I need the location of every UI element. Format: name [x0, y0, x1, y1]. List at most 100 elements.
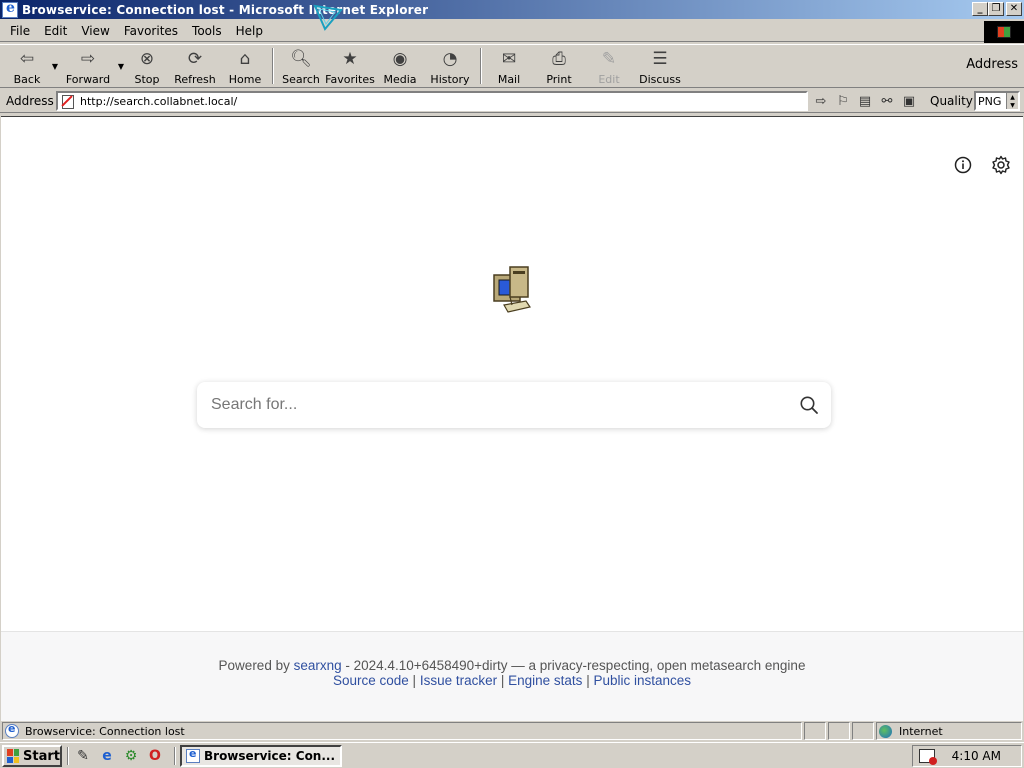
forward-dropdown[interactable]: ▼: [116, 45, 126, 87]
refresh-icon: ⟳: [187, 48, 203, 69]
footer-powered-line: Powered by searxng - 2024.4.10+6458490+d…: [1, 658, 1023, 673]
discuss-button[interactable]: ☰ Discuss: [632, 45, 688, 87]
title-bar: Browservice: Connection lost - Microsoft…: [0, 0, 1024, 19]
toolbar-address-label[interactable]: Address: [966, 57, 1018, 72]
source-code-link[interactable]: Source code: [333, 673, 409, 688]
status-panel: [828, 722, 850, 740]
print-button[interactable]: ⎙ Print: [532, 45, 586, 87]
taskbar-window-button[interactable]: Browservice: Con...: [180, 745, 342, 767]
opera-icon[interactable]: O: [146, 747, 164, 765]
bookmark-icon[interactable]: ⚐: [834, 92, 852, 110]
engine-stats-link[interactable]: Engine stats: [508, 673, 582, 688]
edit-icon: ✎: [601, 48, 617, 69]
version-text: - 2024.4.10+6458490+dirty — a privacy-re…: [345, 658, 806, 673]
address-tools: ⇨ ⚐ ▤ ⚯ ▣: [812, 92, 918, 110]
media-button[interactable]: ◉ Media: [376, 45, 424, 87]
address-bar: Address http://search.collabnet.local/ ⇨…: [0, 89, 1024, 113]
toolbar-separator: [272, 48, 274, 84]
menu-bar: File Edit View Favorites Tools Help: [0, 20, 1024, 42]
toolbar-separator: [480, 48, 482, 84]
stop-button[interactable]: ⊗ Stop: [126, 45, 168, 87]
top-right-icons: [953, 155, 1011, 175]
status-panel: [852, 722, 874, 740]
quick-launch: ✎ e ⚙ O: [74, 747, 164, 765]
favorites-button[interactable]: ★ Favorites: [324, 45, 376, 87]
menu-view[interactable]: View: [74, 24, 116, 38]
footer: Powered by searxng - 2024.4.10+6458490+d…: [1, 631, 1023, 721]
find-icon[interactable]: ⚯: [878, 92, 896, 110]
status-bar: Browservice: Connection lost Internet: [0, 721, 1024, 741]
search-button[interactable]: 🔍︎ Search: [278, 45, 324, 87]
issue-tracker-link[interactable]: Issue tracker: [420, 673, 497, 688]
globe-icon: [879, 724, 892, 738]
minimize-button[interactable]: _: [972, 2, 988, 16]
history-icon: ◔: [442, 48, 458, 69]
menu-favorites[interactable]: Favorites: [117, 24, 185, 38]
windows-throbber: [984, 21, 1024, 43]
network-icon[interactable]: ⚙: [122, 747, 140, 765]
menu-tools[interactable]: Tools: [185, 24, 229, 38]
security-zone: Internet: [876, 722, 1022, 740]
mail-button[interactable]: ✉ Mail: [486, 45, 532, 87]
quality-select[interactable]: PNG ▲ ▼: [974, 91, 1020, 111]
refresh-button[interactable]: ⟳ Refresh: [168, 45, 222, 87]
edit-button[interactable]: ✎ Edit: [586, 45, 632, 87]
history-button[interactable]: ◔ History: [424, 45, 476, 87]
task-label: Browservice: Con...: [204, 749, 336, 763]
info-icon[interactable]: [953, 155, 973, 175]
mail-icon: ✉: [501, 48, 517, 69]
public-instances-link[interactable]: Public instances: [593, 673, 691, 688]
back-arrow-icon: ⇦: [19, 48, 35, 69]
toolbar: ⇦ Back ▼ ⇨ Forward ▼ ⊗ Stop ⟳ Refresh ⌂ …: [0, 44, 1024, 88]
searxng-link[interactable]: searxng: [294, 658, 342, 673]
address-field[interactable]: http://search.collabnet.local/: [56, 91, 808, 111]
footer-links: Source code | Issue tracker | Engine sta…: [332, 673, 692, 688]
taskbar-divider: [174, 747, 176, 765]
home-button[interactable]: ⌂ Home: [222, 45, 268, 87]
go-arrow-icon[interactable]: ⇨: [812, 92, 830, 110]
panel-icon[interactable]: ▤: [856, 92, 874, 110]
window-controls: _ ❐ ✕: [970, 2, 1022, 16]
windows-logo-icon: [997, 26, 1011, 38]
restore-button[interactable]: ❐: [988, 2, 1004, 16]
search-box: [197, 382, 831, 428]
system-tray: 4:10 AM: [912, 745, 1022, 767]
menu-help[interactable]: Help: [229, 24, 270, 38]
taskbar-divider: [67, 747, 69, 765]
settings-gear-icon[interactable]: [991, 155, 1011, 175]
ie-icon: [2, 0, 18, 18]
start-label: Start: [23, 748, 60, 764]
search-submit-button[interactable]: [787, 382, 831, 428]
status-ie-icon: [5, 722, 19, 738]
close-button[interactable]: ✕: [1006, 2, 1022, 16]
media-icon: ◉: [392, 48, 408, 69]
broken-computer-logo-icon: [493, 266, 531, 313]
search-icon: 🔍︎: [290, 48, 312, 69]
zone-text: Internet: [899, 724, 943, 738]
taskbar: Start ✎ e ⚙ O Browservice: Con... 4:10 A…: [0, 742, 1024, 768]
magnifier-icon: [800, 396, 818, 414]
menu-file[interactable]: File: [0, 24, 37, 38]
network-status-icon[interactable]: [919, 749, 937, 765]
clock[interactable]: 4:10 AM: [952, 749, 1001, 763]
print-icon: ⎙: [552, 48, 566, 69]
home-icon: ⌂: [239, 48, 251, 69]
back-dropdown[interactable]: ▼: [50, 45, 60, 87]
task-ie-icon: [186, 747, 200, 763]
status-text: Browservice: Connection lost: [25, 724, 185, 738]
forward-arrow-icon: ⇨: [80, 48, 96, 69]
show-desktop-icon[interactable]: ✎: [74, 747, 92, 765]
address-label: Address: [6, 93, 54, 108]
address-url[interactable]: http://search.collabnet.local/: [80, 95, 237, 108]
quality-spinner[interactable]: ▲ ▼: [1006, 93, 1018, 109]
discuss-icon: ☰: [652, 48, 668, 69]
back-button[interactable]: ⇦ Back: [4, 45, 50, 87]
search-input[interactable]: [197, 382, 787, 428]
clipboard-icon[interactable]: ▣: [900, 92, 918, 110]
broken-page-icon: [60, 94, 74, 109]
menu-edit[interactable]: Edit: [37, 24, 74, 38]
start-button[interactable]: Start: [2, 745, 62, 767]
forward-button[interactable]: ⇨ Forward: [60, 45, 116, 87]
stop-icon: ⊗: [139, 48, 155, 69]
ie-launch-icon[interactable]: e: [98, 747, 116, 765]
